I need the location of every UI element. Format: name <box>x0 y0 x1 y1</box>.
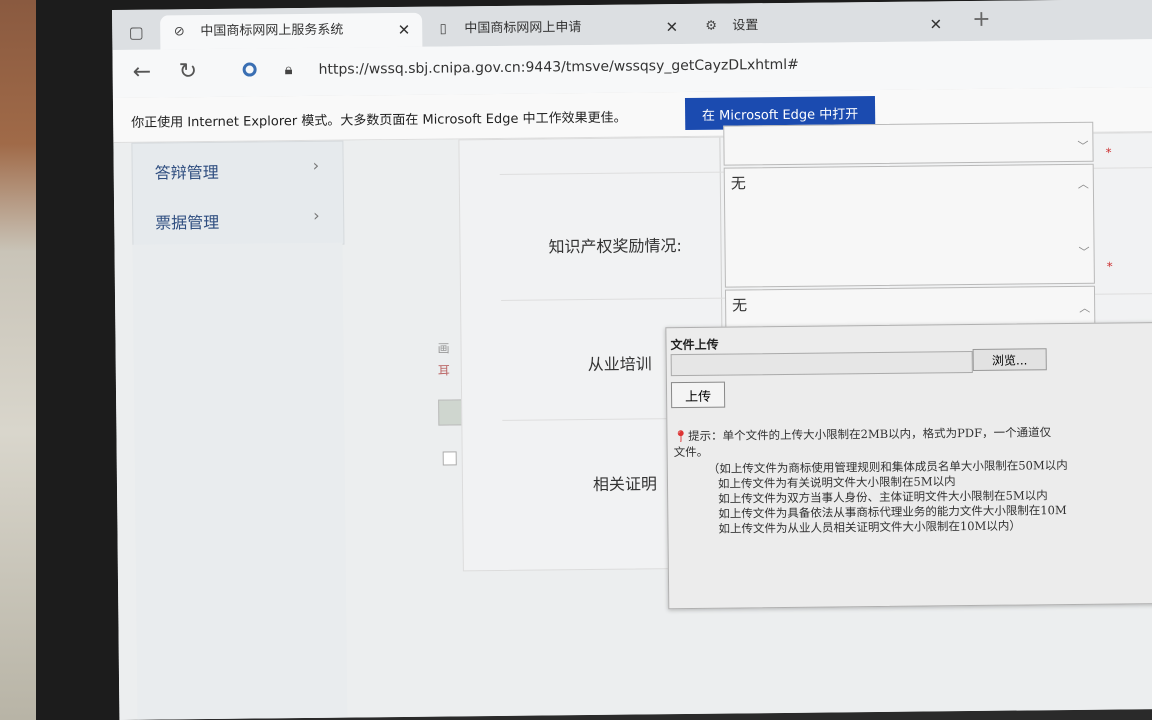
tab-actions-icon[interactable]: ▢ <box>118 20 154 46</box>
chevron-right-icon: › <box>312 155 320 175</box>
tab-trademark-service[interactable]: ⊘ 中国商标网网上服务系统 ✕ <box>160 12 423 50</box>
background-button <box>438 399 463 426</box>
chevron-down-icon[interactable]: ﹀ <box>1077 138 1088 154</box>
close-icon[interactable]: ✕ <box>397 13 411 47</box>
gear-icon: ⚙ <box>705 18 718 34</box>
url-text: https://wssq.sbj.cnipa.gov.cn:9443/tmsve… <box>318 56 799 78</box>
pin-icon: 📍︎ <box>673 428 689 444</box>
background-text: 画 <box>437 341 450 356</box>
tab-settings[interactable]: ⚙ 设置 ✕ <box>692 7 954 44</box>
hint-text-cont: 文件。 <box>673 444 709 460</box>
training-label: 从业培训 <box>587 354 652 375</box>
dialog-title: 文件上传 <box>670 337 719 353</box>
background-text: 耳 <box>437 363 450 378</box>
tab-title: 中国商标网网上申请 <box>464 20 582 37</box>
close-icon[interactable]: ✕ <box>929 7 943 41</box>
upload-hint: 📍︎提示：单个文件的上传大小限制在2MB以内，格式为PDF，一个通道仅 文件。 <box>673 423 1152 460</box>
sidebar-background <box>132 242 348 720</box>
required-marker: * <box>1105 145 1112 160</box>
upload-button[interactable]: 上传 <box>670 381 726 409</box>
chevron-down-icon[interactable]: ﹀ <box>1079 244 1090 260</box>
tab-title: 中国商标网网上服务系统 <box>200 22 344 40</box>
new-tab-icon[interactable]: + <box>972 7 991 32</box>
banner-text: 你正使用 Internet Explorer 模式。大多数页面在 Microso… <box>131 110 627 131</box>
screen: ▢ ⊘ 中国商标网网上服务系统 ✕ ▯ 中国商标网网上申请 ✕ ⚙ 设置 ✕ +… <box>112 0 1152 720</box>
sidebar: 答辩管理 › 票据管理 › <box>131 140 345 247</box>
lock-icon[interactable]: 🔒︎ <box>285 60 293 78</box>
ip-awards-field[interactable]: 无 <box>723 163 1095 288</box>
tab-title: 设置 <box>732 18 759 34</box>
chevron-up-icon[interactable]: ︿ <box>1079 300 1090 316</box>
sidebar-item-label: 票据管理 <box>155 212 220 233</box>
hint-text: 提示：单个文件的上传大小限制在2MB以内，格式为PDF，一个通道仅 <box>688 425 1052 443</box>
refresh-icon[interactable]: ↻ <box>179 59 198 84</box>
certificates-label: 相关证明 <box>592 474 658 494</box>
url-field[interactable]: 🔒︎ https://wssq.sbj.cnipa.gov.cn:9443/tm… <box>222 47 1142 89</box>
page-content: 答辩管理 › 票据管理 › 画 耳 ﹀ * 知识产权奖励情况: 无 ︿ ﹀ * … <box>113 121 1152 720</box>
required-marker: * <box>1106 259 1113 274</box>
page-icon: ▯ <box>439 21 447 37</box>
previous-field[interactable] <box>723 121 1094 166</box>
sidebar-item-defense[interactable]: 答辩管理 › <box>132 142 343 194</box>
file-upload-dialog: 文件上传 浏览... 上传 📍︎提示：单个文件的上传大小限制在2MB以内，格式为… <box>665 321 1152 610</box>
close-icon[interactable]: ✕ <box>665 10 679 44</box>
browse-button[interactable]: 浏览... <box>972 348 1047 372</box>
chevron-up-icon[interactable]: ︿ <box>1078 176 1089 192</box>
upload-size-notes: （如上传文件为商标使用管理规则和集体成员名单大小限制在50M以内 如上传文件为有… <box>708 457 1152 537</box>
background-checkbox <box>442 451 457 466</box>
ip-awards-label: 知识产权奖励情况: <box>548 236 683 257</box>
sidebar-item-invoices[interactable]: 票据管理 › <box>133 192 344 246</box>
file-path-input[interactable] <box>670 351 973 377</box>
back-icon[interactable]: ← <box>133 60 152 85</box>
sidebar-item-label: 答辩管理 <box>154 162 219 183</box>
tab-trademark-application[interactable]: ▯ 中国商标网网上申请 ✕ <box>424 10 690 47</box>
chevron-right-icon: › <box>313 205 320 225</box>
ie-mode-icon: ⊘ <box>173 24 185 40</box>
ie-icon <box>242 62 257 77</box>
